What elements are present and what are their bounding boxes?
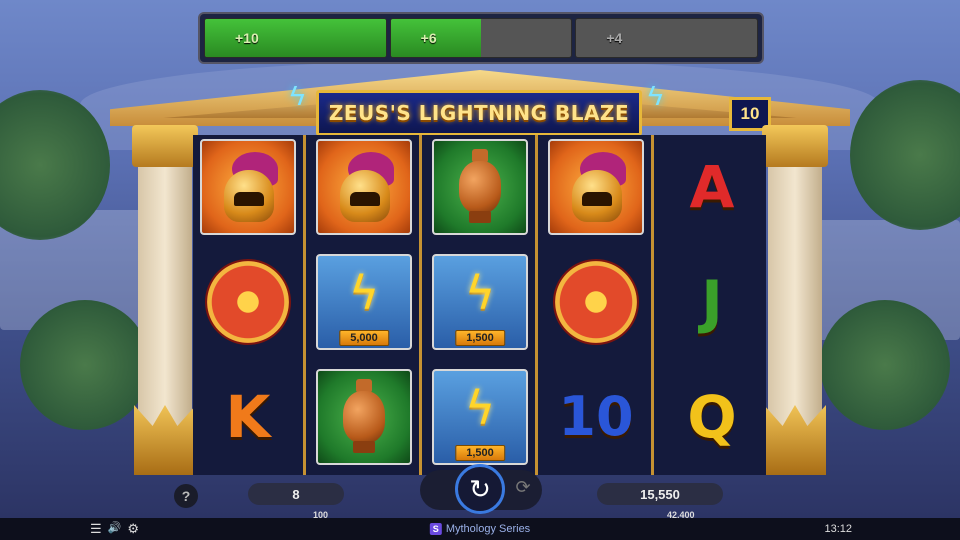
lightning-spark-icon: ϟ [648, 80, 663, 111]
reel-divider [535, 135, 538, 475]
vase-icon [339, 379, 389, 455]
balance-value: 15,550 [640, 486, 680, 502]
bonus-segment-2: +6 [389, 18, 573, 58]
spin-button[interactable]: ↻ [455, 464, 505, 514]
bonus-segment-1-fill [205, 19, 386, 57]
reel-4-cell-2 [546, 252, 646, 352]
bonus-segment-2-label: +6 [420, 30, 437, 46]
spin-icon: ↻ [469, 473, 491, 504]
clock: 13:12 [824, 523, 852, 535]
bonus-progress-meter: +10 +6 +4 [198, 12, 764, 64]
lightning-spark-icon: ϟ [290, 80, 305, 111]
reel-1-cell-3: K [198, 367, 298, 467]
bolt-icon: ϟ [348, 266, 380, 320]
shield-icon [553, 259, 639, 345]
game-title-banner: ZEUS'S LIGHTNING BLAZE [316, 90, 642, 136]
prize-label: 5,000 [339, 330, 389, 346]
bet-value: 8 [292, 486, 300, 502]
prize-label: 1,500 [455, 445, 505, 461]
vase-icon [455, 149, 505, 225]
reel-1-cell-2 [198, 252, 298, 352]
paylines-value: 10 [740, 104, 760, 123]
letter-symbol: Q [687, 383, 737, 451]
status-icons: ☰ 🔊 ⚙ [90, 521, 139, 537]
right-column-ornament [764, 405, 826, 475]
reel-4-cell-3: 10 [546, 367, 646, 467]
reel-3-cell-1 [430, 137, 530, 237]
menu-icon[interactable]: ☰ [90, 521, 102, 537]
balance-display: 15,550 [597, 483, 723, 505]
bonus-segment-1-label: +10 [235, 30, 259, 46]
reel-2-cell-3 [314, 367, 414, 467]
reel-5-cell-2: J [662, 252, 762, 352]
reel-5-cell-3: Q [662, 367, 762, 467]
status-bar: ☰ 🔊 ⚙ S Mythology Series 13:12 [0, 518, 960, 540]
game-title: ZEUS'S LIGHTNING BLAZE [328, 101, 630, 125]
reel-4-cell-1 [546, 137, 646, 237]
sound-icon[interactable]: 🔊 [108, 521, 122, 537]
letter-symbol: K [225, 383, 271, 451]
reel-3-cell-3: ϟ 1,500 [430, 367, 530, 467]
help-button[interactable]: ? [174, 484, 198, 508]
prize-label: 1,500 [455, 330, 505, 346]
autoplay-icon: ⟳ [515, 476, 531, 497]
reel-1-cell-1 [198, 137, 298, 237]
series-name: Mythology Series [445, 523, 531, 535]
reel-divider [303, 135, 306, 475]
reel-5-cell-1: A [662, 137, 762, 237]
reel-divider [419, 135, 422, 475]
brand-logo-icon: S [429, 523, 442, 535]
help-icon: ? [181, 488, 191, 504]
bolt-icon: ϟ [464, 266, 496, 320]
helmet-icon [334, 152, 394, 222]
letter-symbol: 10 [558, 385, 634, 448]
bet-display[interactable]: 8 [248, 483, 344, 505]
settings-icon[interactable]: ⚙ [127, 521, 139, 537]
bonus-segment-3: +4 [575, 18, 759, 58]
helmet-icon [566, 152, 626, 222]
reel-2-cell-2: ϟ 5,000 [314, 252, 414, 352]
autoplay-button[interactable]: ⟳ [512, 476, 534, 498]
reel-divider [651, 135, 654, 475]
bonus-segment-1: +10 [204, 18, 387, 58]
helmet-icon [218, 152, 278, 222]
letter-symbol: A [689, 153, 735, 221]
reel-2-cell-1 [314, 137, 414, 237]
series-brand: S Mythology Series [429, 523, 531, 535]
reel-3-cell-2: ϟ 1,500 [430, 252, 530, 352]
shield-icon [205, 259, 291, 345]
bolt-icon: ϟ [464, 381, 496, 435]
bonus-segment-3-label: +4 [606, 30, 623, 46]
letter-symbol: J [701, 268, 723, 336]
